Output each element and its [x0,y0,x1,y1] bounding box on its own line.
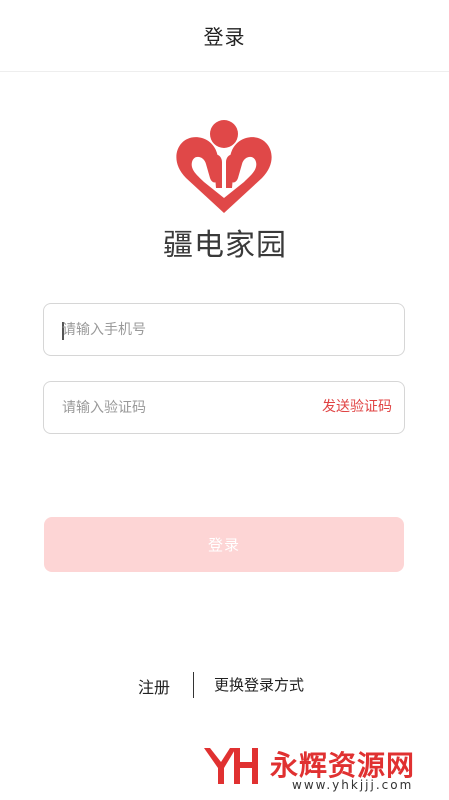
yh-logo-icon [204,748,258,784]
phone-input[interactable] [62,304,312,355]
watermark-url: www.yhkjjj.com [292,778,414,792]
watermark: 永辉资源网 www.yhkjjj.com [200,738,440,793]
header: 登录 [0,0,449,72]
app-logo: 疆电家园 [160,118,290,263]
link-divider [193,672,194,698]
verification-code-input[interactable] [62,382,312,433]
page-title: 登录 [203,25,246,49]
heart-people-logo-icon [176,120,272,213]
bottom-links: 注册 更换登录方式 [0,672,449,700]
send-code-button[interactable]: 发送验证码 [322,382,392,433]
logo-text: 疆电家园 [163,228,287,263]
phone-field[interactable] [43,303,405,356]
switch-login-method-link[interactable]: 更换登录方式 [214,674,304,695]
register-link[interactable]: 注册 [138,674,170,698]
code-field[interactable]: 发送验证码 [43,381,405,434]
login-button[interactable]: 登录 [44,517,404,572]
